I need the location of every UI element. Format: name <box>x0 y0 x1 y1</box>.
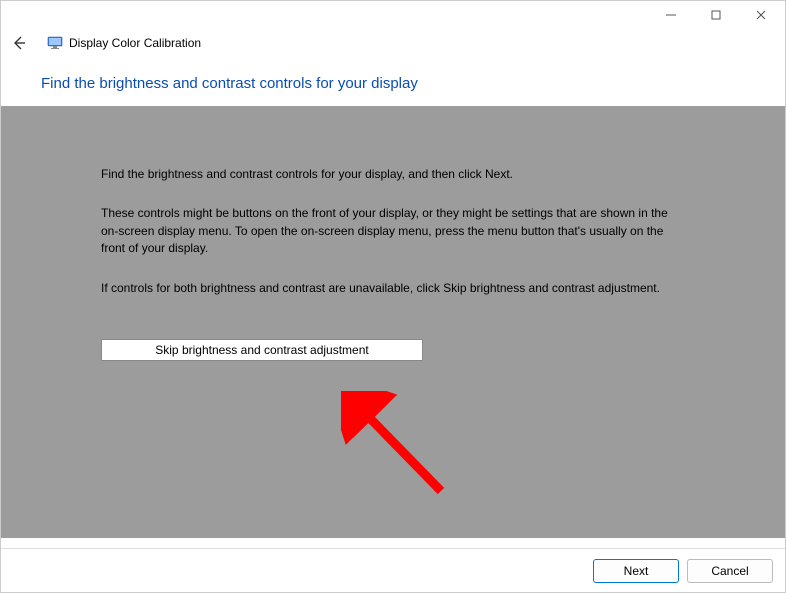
footer-bar: Next Cancel <box>1 548 785 592</box>
minimize-button[interactable] <box>648 1 693 29</box>
titlebar <box>1 1 785 29</box>
monitor-icon <box>47 35 63 51</box>
close-button[interactable] <box>738 1 783 29</box>
maximize-button[interactable] <box>693 1 738 29</box>
instruction-text-1: Find the brightness and contrast control… <box>101 166 685 183</box>
instruction-text-3: If controls for both brightness and cont… <box>101 280 685 297</box>
page-heading: Find the brightness and contrast control… <box>1 51 785 106</box>
header-bar: Display Color Calibration <box>1 29 785 51</box>
next-button[interactable]: Next <box>593 559 679 583</box>
skip-brightness-contrast-button[interactable]: Skip brightness and contrast adjustment <box>101 339 423 361</box>
content-area: Find the brightness and contrast control… <box>1 106 785 538</box>
calibration-window: Display Color Calibration Find the brigh… <box>0 0 786 593</box>
instruction-text-2: These controls might be buttons on the f… <box>101 205 685 257</box>
cancel-button[interactable]: Cancel <box>687 559 773 583</box>
app-title: Display Color Calibration <box>69 36 201 50</box>
back-arrow-icon[interactable] <box>11 35 27 51</box>
